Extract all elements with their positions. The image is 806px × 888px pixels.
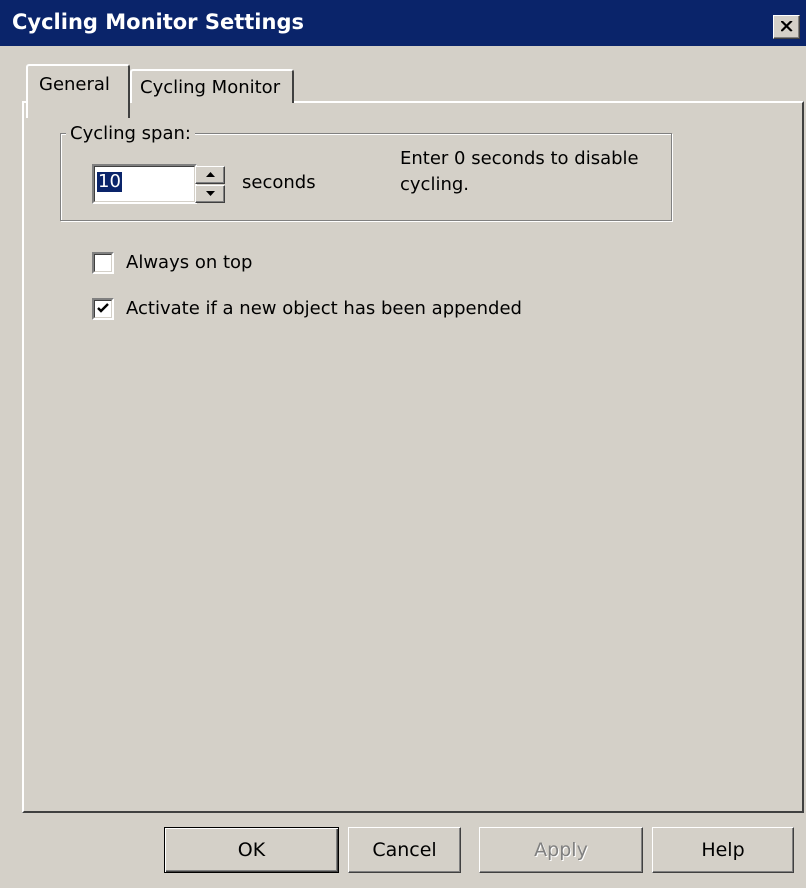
checkmark-icon [97,303,109,313]
activate-on-append-checkbox[interactable] [92,298,114,320]
cycling-hint-text: Enter 0 seconds to disable cycling. [400,148,639,195]
activate-on-append-label: Activate if a new object has been append… [126,298,522,319]
ok-button[interactable]: OK [164,827,339,873]
checkbox-bevel [94,254,112,272]
window-title: Cycling Monitor Settings [12,10,304,34]
tab-label: Cycling Monitor [140,77,281,98]
close-icon [781,21,793,32]
cycling-span-spinner [195,166,227,204]
cancel-button[interactable]: Cancel [348,827,461,873]
cycling-span-value: 10 [97,171,122,192]
spin-down-button[interactable] [195,185,225,203]
cycling-span-label: Cycling span: [66,123,195,144]
apply-button[interactable]: Apply [479,827,643,873]
title-bar[interactable]: Cycling Monitor Settings [0,0,806,46]
tab-cycling-monitor[interactable]: Cycling Monitor [130,69,294,103]
close-button[interactable] [773,15,800,39]
always-on-top-checkbox[interactable] [92,252,114,274]
spin-up-button[interactable] [195,166,225,184]
settings-dialog: Cycling Monitor Settings Cycling Monitor… [0,0,806,888]
always-on-top-label: Always on top [126,252,253,273]
seconds-unit-label: seconds [242,172,316,193]
tab-label: General [39,74,110,95]
tab-general[interactable]: General [26,64,130,118]
help-button[interactable]: Help [652,827,794,873]
arrow-down-icon [206,191,215,196]
arrow-up-icon [206,172,215,177]
cycling-span-input[interactable]: 10 [92,164,197,204]
